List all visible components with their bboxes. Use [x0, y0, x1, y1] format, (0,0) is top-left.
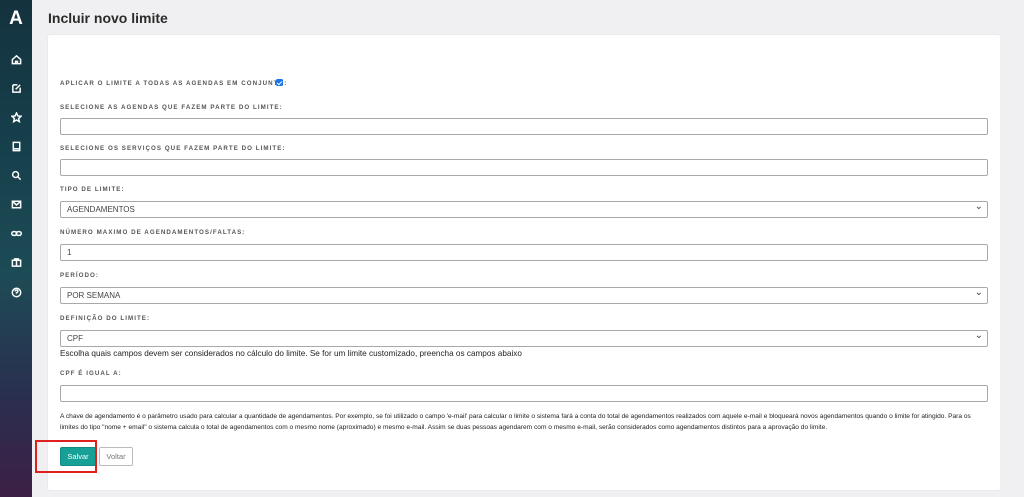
scrollbar[interactable]: [1000, 0, 1024, 497]
agendas-label: SELECIONE AS AGENDAS QUE FAZEM PARTE DO …: [60, 104, 283, 111]
page-title: Incluir novo limite: [48, 10, 168, 26]
period-select[interactable]: POR SEMANA: [60, 285, 988, 304]
edit-icon[interactable]: [8, 80, 24, 96]
period-label: PERÍODO:: [60, 272, 99, 279]
sidebar: A: [0, 0, 32, 497]
max-limit-input[interactable]: 1: [60, 244, 988, 261]
home-icon[interactable]: [8, 51, 24, 67]
save-button[interactable]: Salvar: [60, 447, 96, 466]
link-icon[interactable]: [8, 225, 24, 241]
star-icon[interactable]: [8, 109, 24, 125]
max-limit-label: NÚMERO MAXIMO DE AGENDAMENTOS/FALTAS:: [60, 229, 246, 236]
apply-all-label: APLICAR O LIMITE A TODAS AS AGENDAS EM C…: [60, 80, 288, 87]
apply-all-checkbox[interactable]: [276, 79, 283, 86]
limit-type-label: TIPO DE LIMITE:: [60, 186, 125, 193]
book-icon[interactable]: [8, 138, 24, 154]
cpf-label: CPF É IGUAL A:: [60, 370, 122, 377]
services-select[interactable]: [60, 159, 988, 176]
search-icon[interactable]: [8, 167, 24, 183]
help-icon[interactable]: [8, 284, 24, 300]
limit-type-select[interactable]: AGENDAMENTOS: [60, 199, 988, 218]
definition-help-text: Escolha quais campos devem ser considera…: [60, 349, 522, 358]
briefcase-icon[interactable]: [8, 254, 24, 270]
app-logo[interactable]: A: [6, 9, 26, 29]
definition-select[interactable]: CPF: [60, 328, 988, 347]
schedule-key-note: A chave de agendamento é o parâmetro usa…: [60, 413, 971, 431]
cpf-input[interactable]: [60, 385, 988, 402]
mail-icon[interactable]: [8, 196, 24, 212]
definition-label: DEFINIÇÃO DO LIMITE:: [60, 315, 151, 322]
services-label: SELECIONE OS SERVIÇOS QUE FAZEM PARTE DO…: [60, 145, 286, 152]
agendas-select[interactable]: [60, 118, 988, 135]
back-button[interactable]: Voltar: [99, 447, 133, 466]
